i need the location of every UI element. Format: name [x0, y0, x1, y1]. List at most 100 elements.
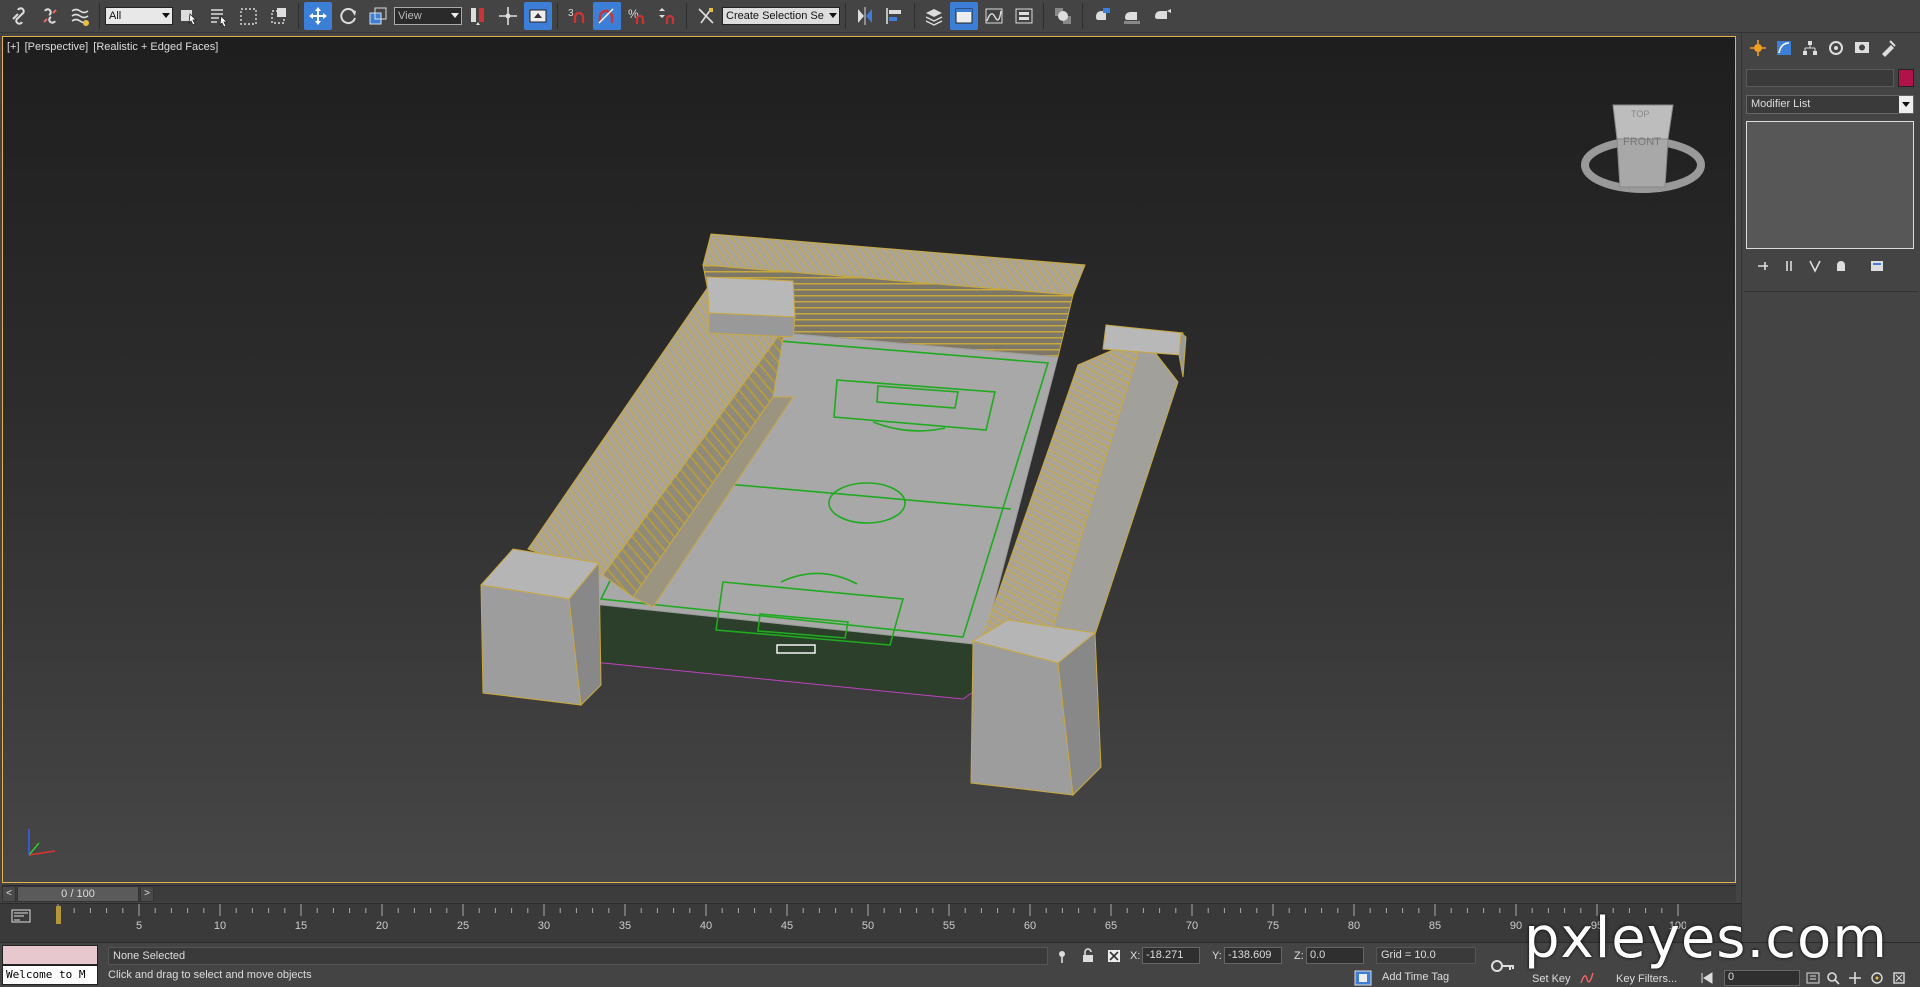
remove-modifier-icon[interactable]	[1832, 257, 1850, 275]
chevron-down-icon	[162, 13, 170, 18]
utilities-tab-icon[interactable]	[1876, 37, 1900, 59]
bind-to-space-warp-icon[interactable]	[66, 2, 94, 30]
stadium-model-scene[interactable]: TOP FRONT	[3, 37, 1736, 883]
time-slider[interactable]: < 0 / 100 >	[2, 885, 1736, 902]
mirror-icon[interactable]	[851, 2, 879, 30]
render-production-icon[interactable]	[1148, 2, 1176, 30]
keyboard-shortcut-override-icon[interactable]	[524, 2, 552, 30]
align-icon[interactable]	[881, 2, 909, 30]
configure-modifier-sets-icon[interactable]	[1868, 257, 1886, 275]
orbit-icon[interactable]	[1870, 971, 1884, 985]
unlink-selection-icon[interactable]	[36, 2, 64, 30]
toolbar-separator	[1043, 3, 1044, 29]
z-coord-field[interactable]: 0.0	[1306, 947, 1364, 964]
ruler-tick-label: 65	[1105, 920, 1117, 932]
toggle-scene-explorer-icon[interactable]	[950, 2, 978, 30]
modifier-stack-tools	[1746, 255, 1914, 277]
motion-tab-icon[interactable]	[1824, 37, 1848, 59]
mini-curve-editor-icon[interactable]	[10, 908, 34, 926]
select-object-icon[interactable]	[175, 2, 203, 30]
ruler-tick-label: 15	[295, 920, 307, 932]
ruler-tick-label: 25	[457, 920, 469, 932]
toolbar-separator	[686, 3, 687, 29]
toolbar-separator	[1082, 3, 1083, 29]
show-end-result-icon[interactable]	[1780, 257, 1798, 275]
ruler-tick-label: 60	[1024, 920, 1036, 932]
prompt-line: Click and drag to select and move object…	[108, 969, 312, 981]
pin-stack-icon[interactable]	[1754, 257, 1772, 275]
x-coord-field[interactable]: -18.271	[1142, 947, 1200, 964]
maxscript-listener[interactable]: Welcome to M	[2, 945, 98, 985]
command-panel-tabs	[1742, 33, 1920, 63]
maxscript-output[interactable]	[2, 945, 98, 965]
angle-snap-toggle-icon[interactable]	[593, 2, 621, 30]
key-filters-button[interactable]: Key Filters...	[1616, 973, 1677, 985]
maxscript-input[interactable]: Welcome to M	[2, 965, 98, 985]
select-and-move-icon[interactable]	[304, 2, 332, 30]
curve-editor-icon[interactable]	[980, 2, 1008, 30]
named-selection-sets-dropdown[interactable]: Create Selection Se	[722, 7, 840, 25]
window-crossing-icon[interactable]	[265, 2, 293, 30]
viewcube[interactable]: TOP FRONT	[1581, 104, 1705, 193]
modify-tab-icon[interactable]	[1772, 37, 1796, 59]
make-unique-icon[interactable]	[1806, 257, 1824, 275]
object-name-field[interactable]	[1746, 69, 1894, 87]
time-configuration-icon[interactable]	[1806, 971, 1820, 985]
time-slider-thumb[interactable]: 0 / 100	[17, 886, 139, 902]
time-slider-next-button[interactable]: >	[140, 886, 154, 902]
frame-ruler[interactable]: 5 10 15 20 25 30 35 40 45 50 55 60 65 70 75 80 85 90 95 100	[56, 904, 1687, 943]
hierarchy-tab-icon[interactable]	[1798, 37, 1822, 59]
snaps-toggle-icon[interactable]: 3	[563, 2, 591, 30]
key-mode-curve-icon[interactable]	[1580, 971, 1594, 985]
select-and-manipulate-icon[interactable]	[494, 2, 522, 30]
ruler-tick-label: 90	[1510, 920, 1522, 932]
display-tab-icon[interactable]	[1850, 37, 1874, 59]
current-frame-field[interactable]: 0	[1724, 970, 1800, 986]
rendered-frame-window-icon[interactable]	[1118, 2, 1146, 30]
key-icon[interactable]	[1490, 957, 1516, 975]
object-color-swatch[interactable]	[1898, 69, 1914, 87]
y-coord-label: Y:	[1212, 950, 1222, 962]
z-coord-label: Z:	[1294, 950, 1304, 962]
edit-named-selection-sets-icon[interactable]	[692, 2, 720, 30]
modifier-stack[interactable]	[1746, 121, 1914, 249]
render-setup-icon[interactable]	[1088, 2, 1116, 30]
zoom-region-icon[interactable]	[1826, 971, 1840, 985]
set-key-button[interactable]: Set Key	[1532, 973, 1571, 985]
perspective-viewport[interactable]: [+] [Perspective] [Realistic + Edged Fac…	[2, 36, 1736, 883]
schematic-view-icon[interactable]	[1010, 2, 1038, 30]
rectangular-selection-region-icon[interactable]	[235, 2, 263, 30]
select-and-rotate-icon[interactable]	[334, 2, 362, 30]
modifier-list-dropdown[interactable]: Modifier List	[1746, 95, 1914, 114]
chevron-down-icon	[1899, 96, 1913, 113]
time-slider-prev-button[interactable]: <	[2, 886, 16, 902]
ruler-tick-label: 80	[1348, 920, 1360, 932]
spinner-snap-toggle-icon[interactable]	[653, 2, 681, 30]
use-pivot-center-icon[interactable]	[464, 2, 492, 30]
viewcube-front-label: FRONT	[1623, 136, 1661, 148]
selection-lock-icon[interactable]	[1080, 948, 1096, 964]
create-tab-icon[interactable]	[1746, 37, 1770, 59]
time-tag-icon[interactable]	[1354, 970, 1372, 986]
material-editor-icon[interactable]	[1049, 2, 1077, 30]
percent-snap-toggle-icon[interactable]: %	[623, 2, 651, 30]
maximize-viewport-icon[interactable]	[1892, 971, 1906, 985]
select-by-name-icon[interactable]	[205, 2, 233, 30]
add-time-tag-button[interactable]: Add Time Tag	[1382, 971, 1449, 983]
select-and-link-icon[interactable]	[6, 2, 34, 30]
selection-filter-dropdown[interactable]: All	[105, 7, 173, 25]
go-to-start-icon[interactable]	[1700, 971, 1714, 985]
absolute-mode-transform-icon[interactable]	[1106, 948, 1122, 964]
ruler-tick-label: 10	[214, 920, 226, 932]
current-frame-marker[interactable]	[56, 906, 61, 924]
select-and-scale-icon[interactable]	[364, 2, 392, 30]
pan-view-icon[interactable]	[1848, 971, 1862, 985]
reference-coordinate-dropdown[interactable]: View	[394, 7, 462, 25]
grid-spacing-display: Grid = 10.0	[1376, 947, 1476, 964]
isolate-selection-icon[interactable]	[1054, 948, 1070, 964]
ruler-tick-label: 30	[538, 920, 550, 932]
track-bar[interactable]: 5 10 15 20 25 30 35 40 45 50 55 60 65 70 75 80 85 90 95 100	[0, 903, 1741, 942]
y-coord-field[interactable]: -138.609	[1224, 947, 1282, 964]
layer-manager-icon[interactable]	[920, 2, 948, 30]
watermark-text: pxleyes.com	[1524, 906, 1888, 971]
